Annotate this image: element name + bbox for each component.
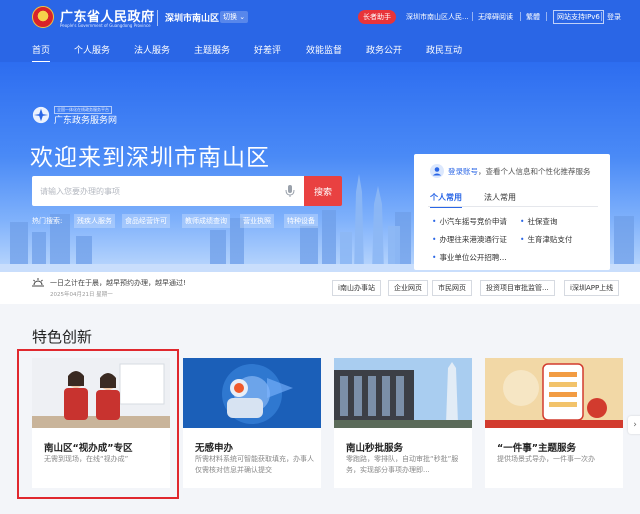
search-input[interactable] [32, 176, 272, 206]
tab-personal-common[interactable]: 个人常用 [430, 192, 462, 208]
traditional-chinese-link[interactable]: 繁體 [526, 12, 540, 22]
nav-home[interactable]: 首页 [32, 43, 51, 63]
hero-banner: 全国一体化在线政务服务平台 广东政务服务网 欢迎来到深圳市南山区 搜索 热门搜索… [0, 62, 640, 272]
feature-image-one-thing-service [485, 358, 623, 428]
highlight-annotation-box [17, 349, 179, 499]
nav-personal[interactable]: 个人服务 [74, 43, 110, 56]
carousel-next-icon[interactable]: › [628, 416, 640, 434]
feature-image-instant-approval [334, 358, 472, 428]
hot-search-tag[interactable]: 残疾人服务 [74, 214, 115, 228]
login-prompt-text: ，查看个人信息和个性化推荐服务 [478, 167, 591, 176]
nav-disclosure[interactable]: 政务公开 [366, 43, 402, 56]
top-bar: 广东省人民政府 People's Government of Guangdong… [0, 0, 640, 36]
utility-divider [546, 12, 547, 21]
login-account-link[interactable]: 登录账号 [448, 167, 478, 176]
nav-supervision[interactable]: 效能监督 [306, 43, 342, 56]
tab-underline-divider [428, 206, 598, 207]
notice-text: 一日之计在于晨，越早预约办理，越早通过! [50, 279, 186, 287]
chevron-down-icon: ⌄ [237, 13, 246, 21]
service-link[interactable]: 办理往来港澳通行证 [432, 234, 507, 245]
service-link[interactable]: 生育津贴支付 [520, 234, 572, 245]
feature-description: 所需材料系统可智能获取填充，办事人仅需核对信息并确认提交 [195, 455, 314, 474]
search-button[interactable]: 搜索 [304, 176, 342, 206]
ipv6-badge: 网站支持IPv6 [553, 10, 604, 24]
feature-title: 无感申办 [195, 443, 234, 454]
nav-topics[interactable]: 主题服务 [194, 43, 230, 56]
feature-card-instant-approval[interactable]: 南山秒批服务 零跑路，零排队，自动审批“秒批”服务，实现部分事项办理即... [334, 358, 472, 488]
service-link[interactable]: 小汽车摇号竞价申请 [432, 216, 507, 227]
service-link[interactable]: 事业单位公开招聘... [432, 252, 506, 263]
quick-link-button[interactable]: 企业网页 [388, 280, 428, 296]
notice-date: 2025年04月21日 星期一 [50, 292, 113, 298]
feature-title: 南山秒批服务 [346, 443, 404, 454]
city-switch-label: 切换 [223, 13, 237, 21]
hot-search-tag[interactable]: 营业执照 [240, 214, 274, 228]
login-prompt: 登录账号，查看个人信息和个性化推荐服务 [448, 166, 591, 177]
nav-legal-entity[interactable]: 法人服务 [134, 43, 170, 56]
utility-divider [520, 12, 521, 21]
quick-link-button[interactable]: i深圳APP上线 [564, 280, 620, 296]
hot-search-label: 热门搜索: [32, 217, 63, 225]
national-emblem-icon [32, 6, 54, 28]
feature-image-seamless-apply [183, 358, 321, 428]
nav-evaluation[interactable]: 好差评 [254, 43, 281, 56]
hot-search-tag[interactable]: 教师成绩查询 [182, 214, 230, 228]
quick-link-button[interactable]: 市民网页 [432, 280, 472, 296]
microphone-icon[interactable] [284, 184, 296, 198]
utility-divider [472, 12, 473, 21]
search-bar [32, 176, 304, 206]
feature-card-seamless-apply[interactable]: 无感申办 所需材料系统可智能获取填充，办事人仅需核对信息并确认提交 [183, 358, 321, 488]
feature-title: “一件事”主题服务 [497, 443, 576, 454]
tab-legal-common[interactable]: 法人常用 [484, 192, 516, 203]
hot-search-tag[interactable]: 食品经营许可 [122, 214, 170, 228]
site-subtitle: People's Government of Guangdong Provinc… [60, 23, 151, 28]
quick-link-button[interactable]: i南山办事站 [332, 280, 381, 296]
portal-name[interactable]: 广东政务服务网 [54, 113, 117, 126]
login-link[interactable]: 登录 [607, 12, 621, 22]
elder-mode-button[interactable]: 长者助手 [358, 10, 396, 24]
city-switch-button[interactable]: 切换 ⌄ [220, 11, 249, 23]
login-card: 登录账号，查看个人信息和个性化推荐服务 个人常用 法人常用 小汽车摇号竞价申请 … [414, 154, 610, 270]
accessibility-link[interactable]: 无障碍阅读 [478, 12, 513, 22]
feature-description: 零跑路，零排队，自动审批“秒批”服务，实现部分事项办理即... [346, 455, 459, 474]
carousel-pagination [292, 503, 344, 514]
notice-strip: 一日之计在于晨，越早预约办理，越早通过! 2025年04月21日 星期一 i南山… [0, 272, 640, 304]
feature-card-one-thing-service[interactable]: “一件事”主题服务 提供场景式导办，一件事一次办 [485, 358, 623, 488]
quick-link-button[interactable]: 投资项目审批监管... [480, 280, 555, 296]
section-title: 特色创新 [32, 328, 93, 346]
city-name: 深圳市南山区 [165, 14, 220, 24]
utility-divider [601, 12, 602, 21]
hot-search-tag[interactable]: 特种设备 [284, 214, 318, 228]
main-nav: 首页 个人服务 法人服务 主题服务 好差评 效能监督 政务公开 政民互动 [0, 36, 640, 63]
portal-logo-icon [32, 106, 50, 124]
user-avatar-icon [430, 164, 444, 178]
sunrise-icon [32, 278, 44, 287]
feature-description: 提供场景式导办，一件事一次办 [497, 455, 595, 463]
breadcrumb-link[interactable]: 深圳市南山区人民... [406, 12, 469, 22]
welcome-heading: 欢迎来到深圳市南山区 [30, 145, 270, 171]
service-link[interactable]: 社保查询 [520, 216, 557, 227]
nav-interaction[interactable]: 政民互动 [426, 43, 462, 56]
header-divider [157, 10, 158, 26]
